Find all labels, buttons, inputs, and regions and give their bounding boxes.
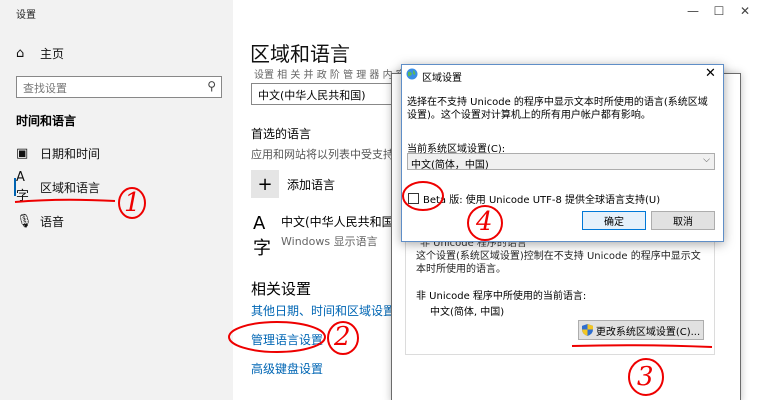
sidebar-item-label: 日期和时间 <box>40 146 101 161</box>
maximize-button[interactable]: ☐ <box>706 4 732 18</box>
annotation-3: 3 <box>637 362 654 392</box>
chevron-down-icon: ⌵ <box>703 155 710 165</box>
home-icon: ⌂ <box>16 45 25 61</box>
cancel-button[interactable]: 取消 <box>651 211 715 230</box>
sidebar-item-label: 语音 <box>40 214 65 229</box>
dialog-description: 选择在不支持 Unicode 的程序中显示文本时所使用的语言(系统区域设置)。这… <box>407 97 708 121</box>
partial-hidden-text: 设置 相 关 并 政 阶 管 理 器 内 容 <box>254 70 406 81</box>
sidebar-item-region-language[interactable]: A字 区域和语言 <box>16 170 101 204</box>
preferred-languages-heading: 首选的语言 <box>251 127 312 141</box>
microphone-icon: 🎙 <box>16 213 33 229</box>
beta-utf8-checkbox[interactable] <box>408 193 419 204</box>
current-language-label: 非 Unicode 程序中所使用的当前语言: <box>416 291 587 302</box>
add-language-label: 添加语言 <box>287 177 336 192</box>
minimize-button[interactable]: — <box>680 4 706 18</box>
add-language-button[interactable]: + 添加语言 <box>251 170 335 198</box>
language-subtitle: Windows 显示语言 <box>281 235 378 248</box>
search-input[interactable]: 查找设置 ⚲ <box>16 76 222 98</box>
ok-button[interactable]: 确定 <box>582 211 646 230</box>
related-settings-heading: 相关设置 <box>251 280 312 298</box>
page-title: 区域和语言 <box>250 42 350 66</box>
change-system-locale-button[interactable]: 更改系统区域设置(C)... <box>578 320 704 340</box>
annotation-1: 1 <box>124 188 141 218</box>
preferred-languages-desc: 应用和网站将以列表中受支持 <box>251 148 394 161</box>
app-title: 设置 <box>16 10 36 21</box>
dialog-title: 区域设置 <box>422 73 462 84</box>
search-icon[interactable]: ⚲ <box>207 79 216 93</box>
change-system-locale-label: 更改系统区域设置(C)... <box>595 326 701 338</box>
non-unicode-description: 这个设置(系统区域设置)控制在不支持 Unicode 的程序中显示文本时所使用的… <box>416 251 701 275</box>
link-advanced-keyboard[interactable]: 高级键盘设置 <box>251 360 323 377</box>
locale-select[interactable]: 中文(简体，中国) ⌵ <box>407 153 715 171</box>
sidebar-home-label: 主页 <box>40 46 65 61</box>
language-icon: A字 <box>16 170 30 204</box>
language-name: 中文(中华人民共和国) <box>281 215 399 229</box>
globe-icon <box>406 68 418 80</box>
country-region-select[interactable]: 中文(中华人民共和国) <box>251 83 396 105</box>
sidebar-item-label: 区域和语言 <box>40 180 101 195</box>
shield-icon <box>581 324 593 336</box>
dialog-close-button[interactable]: ✕ <box>705 66 716 81</box>
sidebar-item-datetime[interactable]: ▣ 日期和时间 <box>16 142 100 164</box>
language-list-item[interactable]: A字 中文(中华人民共和国) Windows 显示语言 <box>253 213 398 260</box>
sidebar-home[interactable]: ⌂ 主页 <box>16 42 64 64</box>
annotation-2: 2 <box>334 322 351 352</box>
plus-icon: + <box>251 170 279 198</box>
sidebar-item-speech[interactable]: 🎙 语音 <box>16 210 64 232</box>
link-manage-language[interactable]: 管理语言设置 <box>251 331 323 348</box>
window-controls: — ☐ ✕ <box>680 4 758 18</box>
annotation-4: 4 <box>476 207 493 237</box>
search-placeholder: 查找设置 <box>23 82 67 95</box>
beta-utf8-label: Beta 版: 使用 Unicode UTF-8 提供全球语言支持(U) <box>423 195 661 206</box>
language-glyph-icon: A字 <box>253 213 271 259</box>
settings-sidebar: 设置 ⌂ 主页 查找设置 ⚲ 时间和语言 ▣ 日期和时间 A字 区域和语言 🎙 … <box>0 0 233 400</box>
locale-select-value: 中文(简体，中国) <box>411 160 489 171</box>
section-header: 时间和语言 <box>16 114 77 128</box>
current-language-value: 中文(简体, 中国) <box>430 307 505 318</box>
close-button[interactable]: ✕ <box>732 4 758 18</box>
link-other-date-time-region[interactable]: 其他日期、时间和区域设置 <box>251 302 395 319</box>
beta-utf8-checkbox-row[interactable]: Beta 版: 使用 Unicode UTF-8 提供全球语言支持(U) <box>408 191 660 206</box>
calendar-clock-icon: ▣ <box>16 145 29 161</box>
